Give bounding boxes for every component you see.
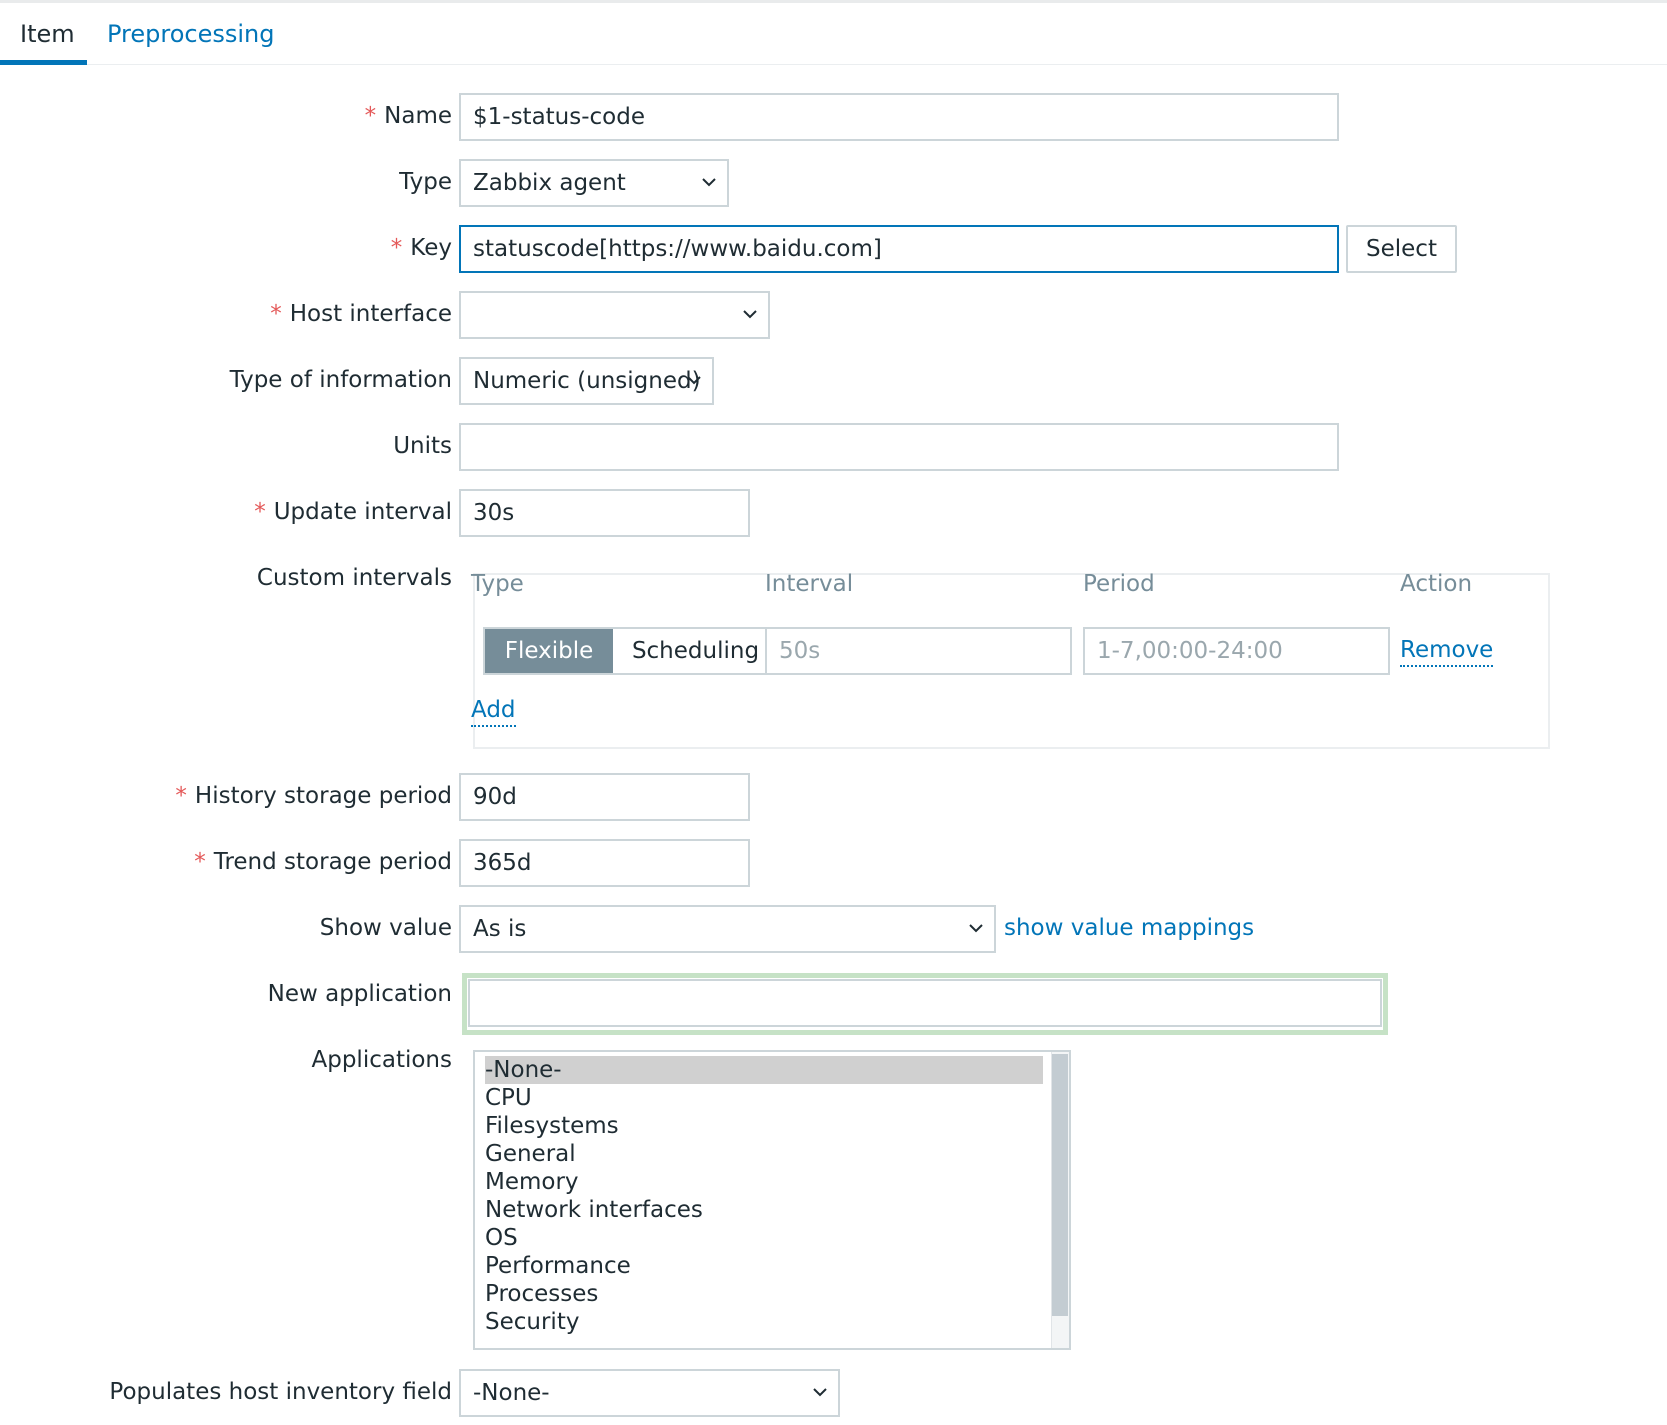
tab-item[interactable]: Item bbox=[20, 17, 75, 51]
custom-intervals-type-header: Type bbox=[471, 571, 524, 597]
new-application-input[interactable] bbox=[468, 979, 1382, 1027]
type-of-information-label: Type of information bbox=[229, 367, 452, 393]
type-of-information-value: Numeric (unsigned) bbox=[473, 368, 701, 394]
update-interval-label: * Update interval bbox=[254, 499, 452, 525]
required-asterisk: * bbox=[254, 499, 266, 525]
host-interface-select[interactable] bbox=[459, 291, 770, 339]
application-option-none[interactable]: -None- bbox=[485, 1056, 1043, 1084]
inventory-select[interactable]: -None- bbox=[459, 1369, 840, 1417]
name-input[interactable]: $1-status-code bbox=[459, 93, 1339, 141]
custom-intervals-period-header: Period bbox=[1083, 571, 1155, 597]
type-of-information-select[interactable]: Numeric (unsigned) bbox=[459, 357, 714, 405]
history-label: * History storage period bbox=[175, 783, 452, 809]
show-value-select[interactable]: As is bbox=[459, 905, 996, 953]
key-select-button[interactable]: Select bbox=[1346, 225, 1457, 273]
chevron-down-icon bbox=[812, 1384, 828, 1400]
chevron-down-icon bbox=[686, 372, 702, 388]
chevron-down-icon bbox=[701, 174, 717, 190]
custom-period-input[interactable]: 1-7,00:00-24:00 bbox=[1083, 627, 1390, 675]
scheduling-button[interactable]: Scheduling bbox=[613, 629, 778, 673]
chevron-down-icon bbox=[968, 920, 984, 936]
type-label: Type bbox=[399, 169, 452, 195]
host-interface-label: * Host interface bbox=[270, 301, 452, 327]
application-option-general[interactable]: General bbox=[485, 1140, 576, 1168]
units-input[interactable] bbox=[459, 423, 1339, 471]
applications-scrollbar[interactable] bbox=[1051, 1052, 1069, 1348]
custom-intervals-label: Custom intervals bbox=[256, 565, 452, 591]
trend-label: * Trend storage period bbox=[194, 849, 452, 875]
custom-interval-input[interactable]: 50s bbox=[765, 627, 1072, 675]
show-value-label: Show value bbox=[319, 915, 452, 941]
application-option-processes[interactable]: Processes bbox=[485, 1280, 598, 1308]
application-option-network-interfaces[interactable]: Network interfaces bbox=[485, 1196, 703, 1224]
inventory-label: Populates host inventory field bbox=[109, 1379, 452, 1405]
required-asterisk: * bbox=[364, 103, 377, 129]
add-interval-link[interactable]: Add bbox=[471, 695, 516, 727]
application-option-memory[interactable]: Memory bbox=[485, 1168, 579, 1196]
application-option-security[interactable]: Security bbox=[485, 1308, 579, 1336]
type-select[interactable]: Zabbix agent bbox=[459, 159, 729, 207]
key-input[interactable]: statuscode[https://www.baidu.com] bbox=[459, 225, 1339, 273]
show-value-value: As is bbox=[473, 916, 527, 942]
required-asterisk: * bbox=[194, 849, 206, 875]
custom-intervals-interval-header: Interval bbox=[765, 571, 854, 597]
key-label: * Key bbox=[390, 235, 452, 261]
name-label: * Name bbox=[364, 103, 452, 129]
tab-bar: Item Preprocessing bbox=[0, 3, 1667, 65]
inventory-select-value: -None- bbox=[473, 1380, 550, 1406]
required-asterisk: * bbox=[270, 301, 282, 327]
remove-interval-link[interactable]: Remove bbox=[1400, 635, 1494, 667]
trend-input[interactable]: 365d bbox=[459, 839, 750, 887]
type-select-value: Zabbix agent bbox=[473, 170, 626, 196]
application-option-performance[interactable]: Performance bbox=[485, 1252, 631, 1280]
units-label: Units bbox=[393, 433, 452, 459]
flexible-button[interactable]: Flexible bbox=[485, 629, 613, 673]
custom-intervals-action-header: Action bbox=[1400, 571, 1473, 597]
applications-scroll-thumb[interactable] bbox=[1052, 1054, 1068, 1316]
application-option-filesystems[interactable]: Filesystems bbox=[485, 1112, 619, 1140]
show-value-mappings-link[interactable]: show value mappings bbox=[1004, 913, 1254, 943]
new-application-label: New application bbox=[267, 981, 452, 1007]
active-tab-indicator bbox=[0, 60, 87, 65]
chevron-down-icon bbox=[742, 306, 758, 322]
applications-listbox[interactable]: -None- CPU Filesystems General Memory Ne… bbox=[473, 1050, 1071, 1350]
application-option-cpu[interactable]: CPU bbox=[485, 1084, 532, 1112]
required-asterisk: * bbox=[390, 235, 403, 261]
tab-preprocessing[interactable]: Preprocessing bbox=[107, 17, 275, 51]
history-input[interactable]: 90d bbox=[459, 773, 750, 821]
applications-label: Applications bbox=[311, 1047, 453, 1073]
update-interval-input[interactable]: 30s bbox=[459, 489, 750, 537]
interval-type-toggle: Flexible Scheduling bbox=[483, 627, 780, 675]
required-asterisk: * bbox=[175, 783, 187, 809]
application-option-os[interactable]: OS bbox=[485, 1224, 518, 1252]
